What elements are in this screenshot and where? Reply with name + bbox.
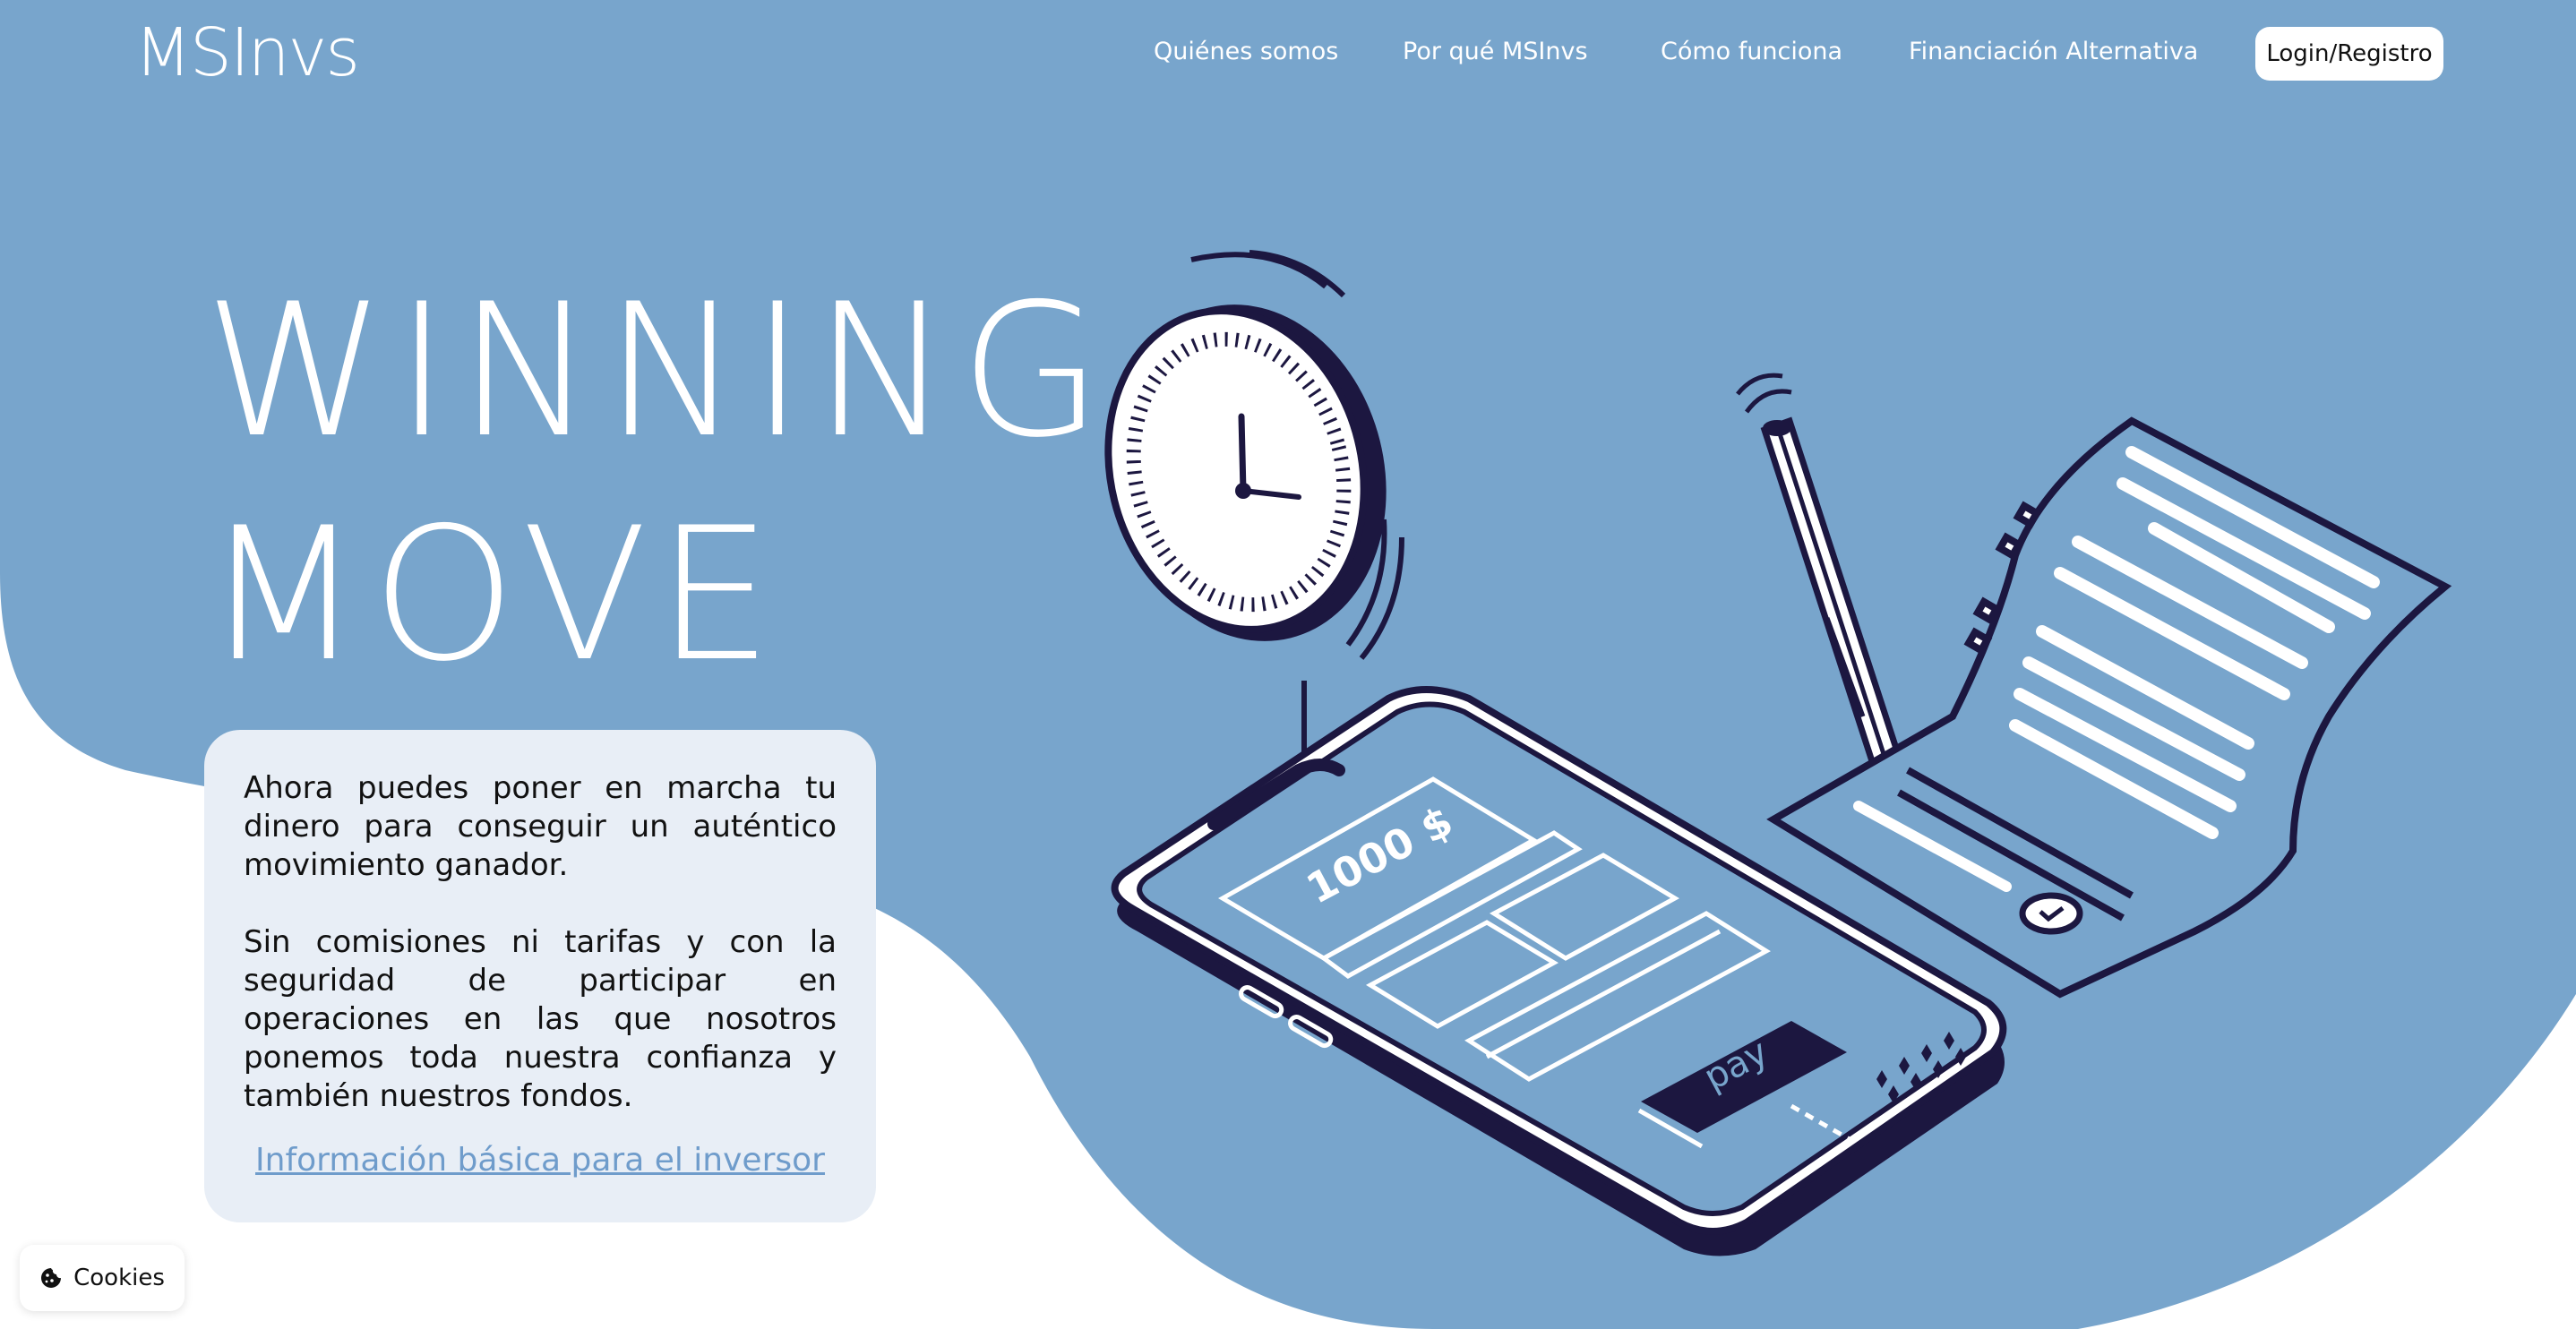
cookie-icon xyxy=(41,1268,62,1288)
cookies-button[interactable]: Cookies xyxy=(20,1245,185,1311)
intro-paragraph: Ahora puedes poner en marcha tu dinero p… xyxy=(244,770,837,883)
brand-logo[interactable]: MSInvs xyxy=(134,20,360,86)
benefits-paragraph: Sin comisiones ni tarifas y con la segur… xyxy=(244,924,837,1114)
info-card: Ahora puedes poner en marcha tu dinero p… xyxy=(204,730,876,1222)
nav-link-como-funciona[interactable]: Cómo funciona xyxy=(1661,38,1842,65)
hero-title-line1: WINNING xyxy=(204,265,1112,478)
nav-link-financiacion[interactable]: Financiación Alternativa xyxy=(1909,38,2198,65)
investor-info-link[interactable]: Información básica para el inversor xyxy=(204,1142,876,1179)
top-navbar: MSInvs Quiénes somos Por qué MSInvs Cómo… xyxy=(0,0,2576,111)
cookies-label: Cookies xyxy=(73,1265,165,1291)
pen-icon xyxy=(1736,373,1902,802)
login-register-button[interactable]: Login/Registro xyxy=(2255,27,2443,81)
nav-link-por-que[interactable]: Por qué MSInvs xyxy=(1403,38,1588,65)
hero-title-line2: MOVE xyxy=(204,489,782,702)
stopwatch-icon xyxy=(1104,250,1404,761)
nav-link-quienes-somos[interactable]: Quiénes somos xyxy=(1154,38,1338,65)
hero-illustration: 1000 $ pay xyxy=(1104,250,2452,1256)
hero-title: WINNING MOVE xyxy=(204,260,1112,707)
